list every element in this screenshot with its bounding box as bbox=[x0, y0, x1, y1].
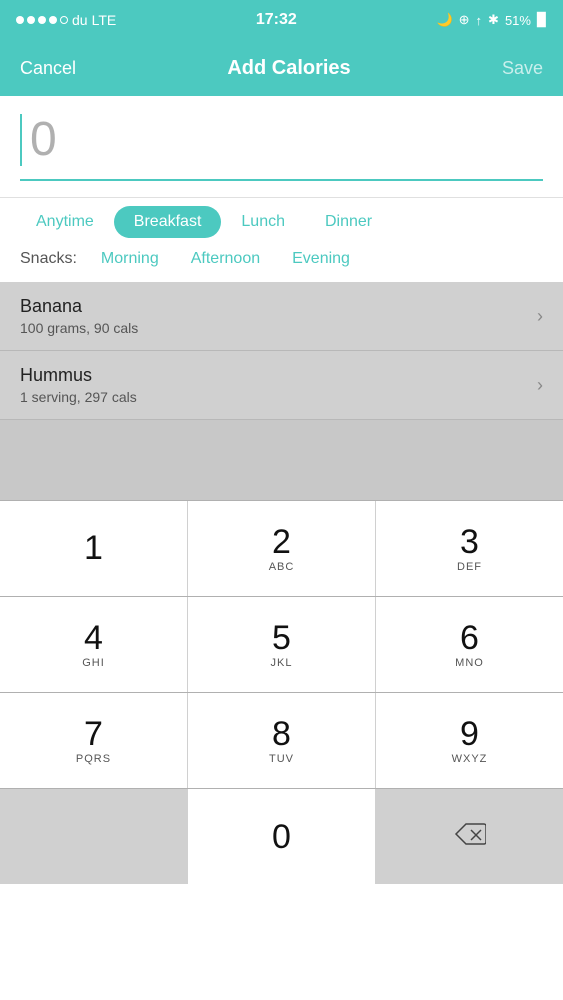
backspace-icon bbox=[454, 821, 486, 852]
keypad-row-bottom: 0 bbox=[0, 788, 563, 884]
snack-tab-morning[interactable]: Morning bbox=[85, 246, 175, 272]
food-list-empty-space bbox=[0, 420, 563, 500]
status-left: du LTE bbox=[16, 12, 116, 28]
tab-anytime[interactable]: Anytime bbox=[16, 206, 114, 238]
key-2-num: 2 bbox=[272, 525, 291, 559]
snacks-label: Snacks: bbox=[20, 250, 77, 268]
status-bar: du LTE 17:32 🌙 ⊕ ↑ ✱ 51% ▉ bbox=[0, 0, 563, 40]
food-item-banana-info: Banana 100 grams, 90 cals bbox=[20, 296, 138, 336]
cancel-button[interactable]: Cancel bbox=[20, 58, 76, 79]
page-title: Add Calories bbox=[227, 57, 350, 80]
key-2[interactable]: 2 ABC bbox=[188, 501, 376, 596]
carrier-label: du bbox=[72, 12, 88, 28]
key-5-num: 5 bbox=[272, 621, 291, 655]
key-6[interactable]: 6 MNO bbox=[376, 597, 563, 692]
food-item-hummus-info: Hummus 1 serving, 297 cals bbox=[20, 365, 137, 405]
key-4[interactable]: 4 GHI bbox=[0, 597, 188, 692]
key-6-letters: MNO bbox=[455, 657, 484, 669]
key-7-num: 7 bbox=[84, 717, 103, 751]
keypad-row-3: 7 PQRS 8 TUV 9 WXYZ bbox=[0, 692, 563, 788]
key-empty bbox=[0, 789, 188, 884]
key-4-num: 4 bbox=[84, 621, 103, 655]
key-8-letters: TUV bbox=[269, 753, 294, 765]
tab-lunch[interactable]: Lunch bbox=[221, 206, 305, 238]
key-7-letters: PQRS bbox=[76, 753, 111, 765]
keypad: 1 2 ABC 3 DEF 4 GHI 5 JKL 6 MNO 7 PQRS bbox=[0, 500, 563, 884]
keypad-row-2: 4 GHI 5 JKL 6 MNO bbox=[0, 596, 563, 692]
location-icon: ⊕ bbox=[459, 12, 470, 28]
dot5 bbox=[60, 16, 68, 24]
snack-tab-afternoon[interactable]: Afternoon bbox=[175, 246, 276, 272]
signal-dots bbox=[16, 16, 68, 24]
food-item-hummus-detail: 1 serving, 297 cals bbox=[20, 389, 137, 405]
main-tabs-row: Anytime Breakfast Lunch Dinner bbox=[16, 206, 547, 238]
key-0-num: 0 bbox=[272, 820, 291, 854]
key-9[interactable]: 9 WXYZ bbox=[376, 693, 563, 788]
key-8-num: 8 bbox=[272, 717, 291, 751]
chevron-right-icon: › bbox=[537, 306, 543, 327]
dot3 bbox=[38, 16, 46, 24]
food-item-banana[interactable]: Banana 100 grams, 90 cals › bbox=[0, 282, 563, 351]
food-item-banana-detail: 100 grams, 90 cals bbox=[20, 320, 138, 336]
key-5[interactable]: 5 JKL bbox=[188, 597, 376, 692]
snack-tab-evening[interactable]: Evening bbox=[276, 246, 366, 272]
tab-dinner[interactable]: Dinner bbox=[305, 206, 392, 238]
snack-tabs-row: Snacks: Morning Afternoon Evening bbox=[16, 246, 547, 272]
meal-tabs: Anytime Breakfast Lunch Dinner Snacks: M… bbox=[0, 198, 563, 282]
key-8[interactable]: 8 TUV bbox=[188, 693, 376, 788]
key-1[interactable]: 1 bbox=[0, 501, 188, 596]
calorie-input[interactable]: 0 bbox=[30, 112, 57, 167]
nav-bar: Cancel Add Calories Save bbox=[0, 40, 563, 96]
key-backspace[interactable] bbox=[376, 789, 563, 884]
input-area: 0 bbox=[0, 96, 563, 198]
dot1 bbox=[16, 16, 24, 24]
bluetooth-icon: ✱ bbox=[488, 12, 499, 28]
dot2 bbox=[27, 16, 35, 24]
key-6-num: 6 bbox=[460, 621, 479, 655]
calorie-input-wrapper: 0 bbox=[20, 112, 543, 181]
food-item-hummus[interactable]: Hummus 1 serving, 297 cals › bbox=[0, 351, 563, 420]
chevron-right-icon-2: › bbox=[537, 375, 543, 396]
save-button[interactable]: Save bbox=[502, 58, 543, 79]
key-9-letters: WXYZ bbox=[452, 753, 488, 765]
status-time: 17:32 bbox=[256, 11, 297, 29]
dot4 bbox=[49, 16, 57, 24]
network-label: LTE bbox=[92, 12, 117, 28]
key-1-num: 1 bbox=[84, 531, 103, 565]
cursor-line bbox=[20, 114, 22, 166]
key-5-letters: JKL bbox=[271, 657, 293, 669]
battery-label: 51% bbox=[505, 13, 531, 28]
keypad-row-1: 1 2 ABC 3 DEF bbox=[0, 500, 563, 596]
key-7[interactable]: 7 PQRS bbox=[0, 693, 188, 788]
key-3-num: 3 bbox=[460, 525, 479, 559]
tab-breakfast[interactable]: Breakfast bbox=[114, 206, 222, 238]
food-item-banana-name: Banana bbox=[20, 296, 138, 317]
key-2-letters: ABC bbox=[269, 561, 295, 573]
moon-icon: 🌙 bbox=[436, 12, 452, 28]
key-9-num: 9 bbox=[460, 717, 479, 751]
key-4-letters: GHI bbox=[82, 657, 105, 669]
arrow-icon: ↑ bbox=[476, 13, 483, 28]
food-item-hummus-name: Hummus bbox=[20, 365, 137, 386]
key-3-letters: DEF bbox=[457, 561, 482, 573]
battery-icon: ▉ bbox=[537, 12, 547, 28]
status-right: 🌙 ⊕ ↑ ✱ 51% ▉ bbox=[436, 12, 547, 28]
food-list: Banana 100 grams, 90 cals › Hummus 1 ser… bbox=[0, 282, 563, 500]
key-0[interactable]: 0 bbox=[188, 789, 376, 884]
key-3[interactable]: 3 DEF bbox=[376, 501, 563, 596]
